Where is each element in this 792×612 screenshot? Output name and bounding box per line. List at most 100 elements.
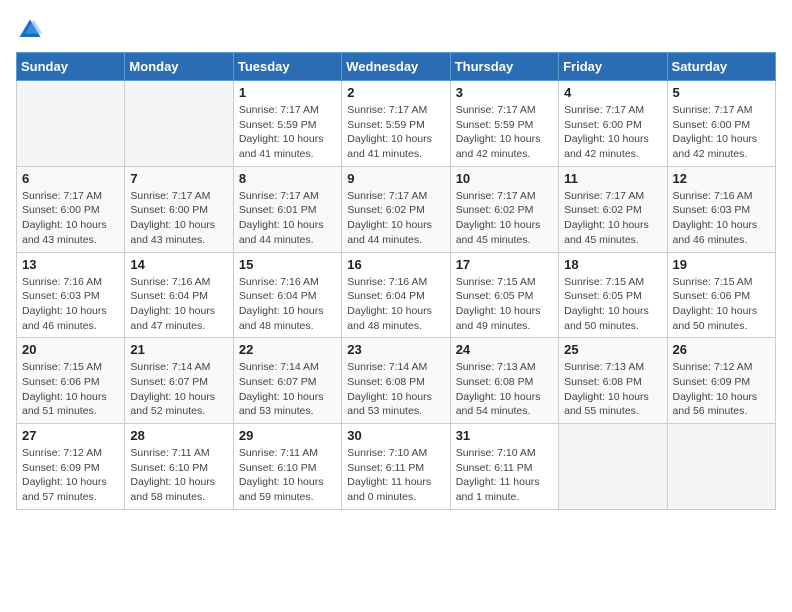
day-detail: Sunrise: 7:11 AM Sunset: 6:10 PM Dayligh… — [239, 446, 336, 505]
weekday-header: Thursday — [450, 53, 558, 81]
calendar-cell — [667, 424, 775, 510]
day-detail: Sunrise: 7:15 AM Sunset: 6:05 PM Dayligh… — [456, 275, 553, 334]
day-detail: Sunrise: 7:10 AM Sunset: 6:11 PM Dayligh… — [347, 446, 444, 505]
page-header — [16, 16, 776, 44]
calendar-cell: 1 Sunrise: 7:17 AM Sunset: 5:59 PM Daylig… — [233, 81, 341, 167]
day-number: 5 — [673, 85, 770, 100]
calendar-cell: 3 Sunrise: 7:17 AM Sunset: 5:59 PM Daylig… — [450, 81, 558, 167]
weekday-header: Saturday — [667, 53, 775, 81]
calendar-cell: 6Sunrise: 7:17 AM Sunset: 6:00 PM Daylig… — [17, 166, 125, 252]
calendar-cell: 27Sunrise: 7:12 AM Sunset: 6:09 PM Dayli… — [17, 424, 125, 510]
day-detail: Sunrise: 7:15 AM Sunset: 6:06 PM Dayligh… — [22, 360, 119, 419]
calendar-week-row: 20 Sunrise: 7:15 AM Sunset: 6:06 PM Dayli… — [17, 338, 776, 424]
calendar-cell: 10 Sunrise: 7:17 AM Sunset: 6:02 PM Dayli… — [450, 166, 558, 252]
calendar-cell: 2 Sunrise: 7:17 AM Sunset: 5:59 PM Daylig… — [342, 81, 450, 167]
logo-icon — [16, 16, 44, 44]
calendar-cell: 9Sunrise: 7:17 AM Sunset: 6:02 PM Daylig… — [342, 166, 450, 252]
day-detail: Sunrise: 7:17 AM Sunset: 6:00 PM Dayligh… — [673, 103, 770, 162]
calendar-cell: 28 Sunrise: 7:11 AM Sunset: 6:10 PM Dayli… — [125, 424, 233, 510]
calendar-table: SundayMondayTuesdayWednesdayThursdayFrid… — [16, 52, 776, 510]
day-detail: Sunrise: 7:17 AM Sunset: 6:02 PM Dayligh… — [564, 189, 661, 248]
day-number: 31 — [456, 428, 553, 443]
calendar-week-row: 1 Sunrise: 7:17 AM Sunset: 5:59 PM Daylig… — [17, 81, 776, 167]
calendar-cell: 29 Sunrise: 7:11 AM Sunset: 6:10 PM Dayli… — [233, 424, 341, 510]
day-detail: Sunrise: 7:10 AM Sunset: 6:11 PM Dayligh… — [456, 446, 553, 505]
calendar-cell: 17 Sunrise: 7:15 AM Sunset: 6:05 PM Dayli… — [450, 252, 558, 338]
day-detail: Sunrise: 7:15 AM Sunset: 6:05 PM Dayligh… — [564, 275, 661, 334]
day-detail: Sunrise: 7:17 AM Sunset: 6:02 PM Dayligh… — [347, 189, 444, 248]
day-number: 2 — [347, 85, 444, 100]
calendar-cell: 21 Sunrise: 7:14 AM Sunset: 6:07 PM Dayli… — [125, 338, 233, 424]
day-detail: Sunrise: 7:16 AM Sunset: 6:04 PM Dayligh… — [130, 275, 227, 334]
day-number: 18 — [564, 257, 661, 272]
day-detail: Sunrise: 7:17 AM Sunset: 5:59 PM Dayligh… — [347, 103, 444, 162]
calendar-cell: 14 Sunrise: 7:16 AM Sunset: 6:04 PM Dayli… — [125, 252, 233, 338]
day-detail: Sunrise: 7:16 AM Sunset: 6:04 PM Dayligh… — [239, 275, 336, 334]
calendar-cell: 22 Sunrise: 7:14 AM Sunset: 6:07 PM Dayli… — [233, 338, 341, 424]
day-detail: Sunrise: 7:16 AM Sunset: 6:03 PM Dayligh… — [673, 189, 770, 248]
calendar-cell: 25 Sunrise: 7:13 AM Sunset: 6:08 PM Dayli… — [559, 338, 667, 424]
calendar-cell: 12 Sunrise: 7:16 AM Sunset: 6:03 PM Dayli… — [667, 166, 775, 252]
day-number: 24 — [456, 342, 553, 357]
day-detail: Sunrise: 7:17 AM Sunset: 6:00 PM Dayligh… — [564, 103, 661, 162]
day-number: 29 — [239, 428, 336, 443]
day-detail: Sunrise: 7:16 AM Sunset: 6:03 PM Dayligh… — [22, 275, 119, 334]
day-number: 25 — [564, 342, 661, 357]
day-number: 4 — [564, 85, 661, 100]
calendar-cell: 5 Sunrise: 7:17 AM Sunset: 6:00 PM Daylig… — [667, 81, 775, 167]
weekday-header: Tuesday — [233, 53, 341, 81]
day-number: 20 — [22, 342, 119, 357]
day-detail: Sunrise: 7:14 AM Sunset: 6:07 PM Dayligh… — [130, 360, 227, 419]
calendar-cell: 30Sunrise: 7:10 AM Sunset: 6:11 PM Dayli… — [342, 424, 450, 510]
logo — [16, 16, 48, 44]
calendar-cell — [17, 81, 125, 167]
day-detail: Sunrise: 7:14 AM Sunset: 6:08 PM Dayligh… — [347, 360, 444, 419]
calendar-cell: 24 Sunrise: 7:13 AM Sunset: 6:08 PM Dayli… — [450, 338, 558, 424]
day-number: 6 — [22, 171, 119, 186]
day-number: 19 — [673, 257, 770, 272]
calendar-cell: 31 Sunrise: 7:10 AM Sunset: 6:11 PM Dayli… — [450, 424, 558, 510]
calendar-header-row: SundayMondayTuesdayWednesdayThursdayFrid… — [17, 53, 776, 81]
day-detail: Sunrise: 7:11 AM Sunset: 6:10 PM Dayligh… — [130, 446, 227, 505]
day-number: 28 — [130, 428, 227, 443]
day-number: 10 — [456, 171, 553, 186]
calendar-cell: 11 Sunrise: 7:17 AM Sunset: 6:02 PM Dayli… — [559, 166, 667, 252]
day-number: 3 — [456, 85, 553, 100]
day-detail: Sunrise: 7:13 AM Sunset: 6:08 PM Dayligh… — [456, 360, 553, 419]
calendar-cell: 20 Sunrise: 7:15 AM Sunset: 6:06 PM Dayli… — [17, 338, 125, 424]
day-number: 27 — [22, 428, 119, 443]
day-detail: Sunrise: 7:13 AM Sunset: 6:08 PM Dayligh… — [564, 360, 661, 419]
day-number: 17 — [456, 257, 553, 272]
day-number: 16 — [347, 257, 444, 272]
day-detail: Sunrise: 7:12 AM Sunset: 6:09 PM Dayligh… — [673, 360, 770, 419]
weekday-header: Monday — [125, 53, 233, 81]
calendar-cell: 18 Sunrise: 7:15 AM Sunset: 6:05 PM Dayli… — [559, 252, 667, 338]
day-detail: Sunrise: 7:17 AM Sunset: 5:59 PM Dayligh… — [239, 103, 336, 162]
calendar-cell: 19Sunrise: 7:15 AM Sunset: 6:06 PM Dayli… — [667, 252, 775, 338]
day-number: 11 — [564, 171, 661, 186]
day-detail: Sunrise: 7:17 AM Sunset: 6:02 PM Dayligh… — [456, 189, 553, 248]
calendar-cell: 23 Sunrise: 7:14 AM Sunset: 6:08 PM Dayli… — [342, 338, 450, 424]
calendar-cell: 8Sunrise: 7:17 AM Sunset: 6:01 PM Daylig… — [233, 166, 341, 252]
calendar-cell: 26Sunrise: 7:12 AM Sunset: 6:09 PM Dayli… — [667, 338, 775, 424]
day-number: 12 — [673, 171, 770, 186]
calendar-cell — [559, 424, 667, 510]
day-number: 14 — [130, 257, 227, 272]
day-detail: Sunrise: 7:14 AM Sunset: 6:07 PM Dayligh… — [239, 360, 336, 419]
calendar-cell: 16Sunrise: 7:16 AM Sunset: 6:04 PM Dayli… — [342, 252, 450, 338]
day-number: 21 — [130, 342, 227, 357]
calendar-cell — [125, 81, 233, 167]
day-number: 1 — [239, 85, 336, 100]
day-detail: Sunrise: 7:17 AM Sunset: 5:59 PM Dayligh… — [456, 103, 553, 162]
day-number: 7 — [130, 171, 227, 186]
calendar-cell: 4 Sunrise: 7:17 AM Sunset: 6:00 PM Daylig… — [559, 81, 667, 167]
calendar-cell: 13Sunrise: 7:16 AM Sunset: 6:03 PM Dayli… — [17, 252, 125, 338]
weekday-header: Sunday — [17, 53, 125, 81]
day-number: 22 — [239, 342, 336, 357]
day-detail: Sunrise: 7:17 AM Sunset: 6:00 PM Dayligh… — [130, 189, 227, 248]
calendar-cell: 7 Sunrise: 7:17 AM Sunset: 6:00 PM Daylig… — [125, 166, 233, 252]
calendar-week-row: 13Sunrise: 7:16 AM Sunset: 6:03 PM Dayli… — [17, 252, 776, 338]
day-number: 8 — [239, 171, 336, 186]
day-number: 23 — [347, 342, 444, 357]
weekday-header: Friday — [559, 53, 667, 81]
